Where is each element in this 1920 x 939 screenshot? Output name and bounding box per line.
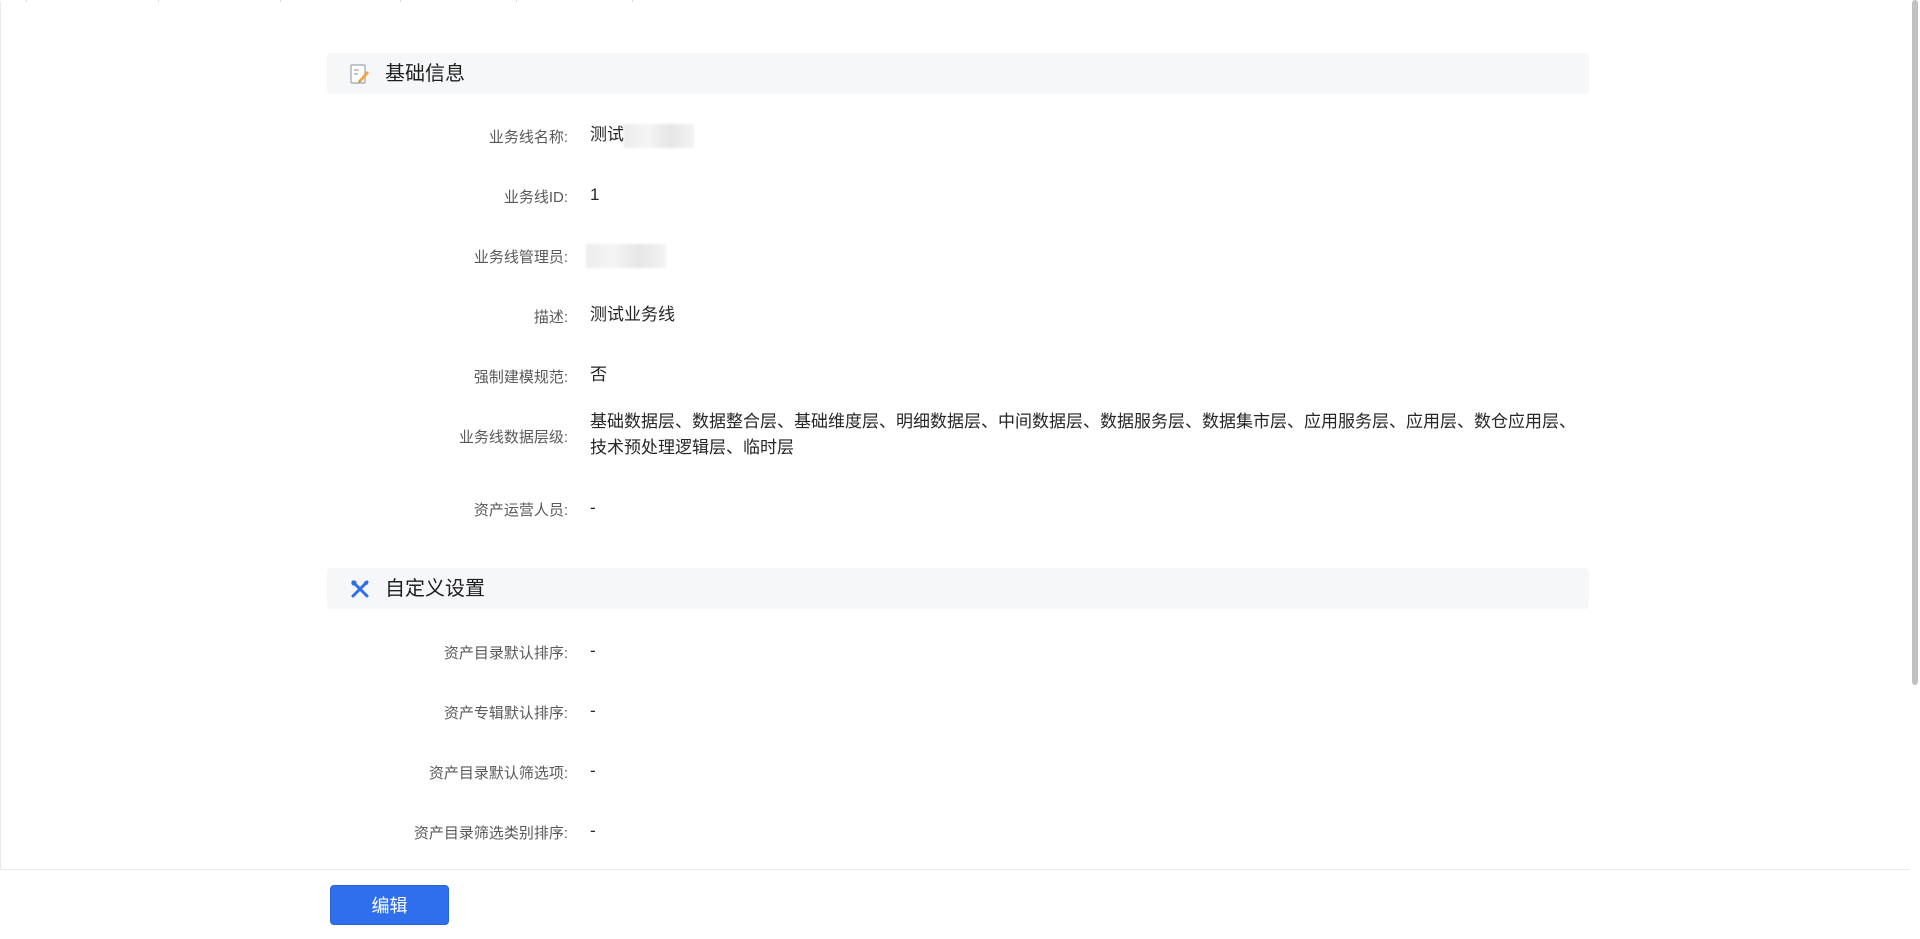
edit-document-icon <box>350 64 369 84</box>
field-label: 业务线名称: <box>488 129 568 146</box>
custom-settings-header: 自定义设置 <box>327 568 1589 609</box>
redacted-text <box>586 243 666 268</box>
field-label: 资产运营人员: <box>473 502 568 519</box>
field-value: 否 <box>590 365 607 384</box>
field-value: - <box>590 761 596 780</box>
field-value: 1 <box>590 185 600 204</box>
field-label: 资产目录默认筛选项: <box>428 765 568 782</box>
section-title: 自定义设置 <box>385 578 485 600</box>
field-value: 测试业务线 <box>590 305 675 324</box>
field-value: - <box>590 821 596 840</box>
field-value: 基础数据层、数据整合层、基础维度层、明细数据层、中间数据层、数据服务层、数据集市… <box>590 412 1576 457</box>
field-label: 业务线ID: <box>503 189 568 206</box>
field-value: - <box>590 641 596 660</box>
section-title: 基础信息 <box>385 63 465 85</box>
scrollbar-thumb[interactable] <box>1912 0 1918 685</box>
tools-icon <box>351 580 369 598</box>
field-label: 描述: <box>533 309 568 326</box>
field-label: 业务线数据层级: <box>458 429 568 446</box>
field-label: 资产目录筛选类别排序: <box>413 825 568 842</box>
field-value <box>586 242 1585 268</box>
field-label: 资产目录默认排序: <box>443 645 568 662</box>
detail-panel: 基础信息 业务线名称: 测试 业务线ID: 1 业务线管理员: 描述: 测试业务… <box>0 2 1914 870</box>
field-label: 强制建模规范: <box>473 369 568 386</box>
field-label: 业务线管理员: <box>473 249 568 266</box>
basic-info-header: 基础信息 <box>327 53 1589 94</box>
edit-button[interactable]: 编辑 <box>330 885 449 925</box>
field-value: - <box>590 701 596 720</box>
redacted-text <box>624 123 694 148</box>
field-value: - <box>590 498 596 517</box>
field-label: 资产专辑默认排序: <box>443 705 568 722</box>
field-value: 测试 <box>590 122 1589 148</box>
